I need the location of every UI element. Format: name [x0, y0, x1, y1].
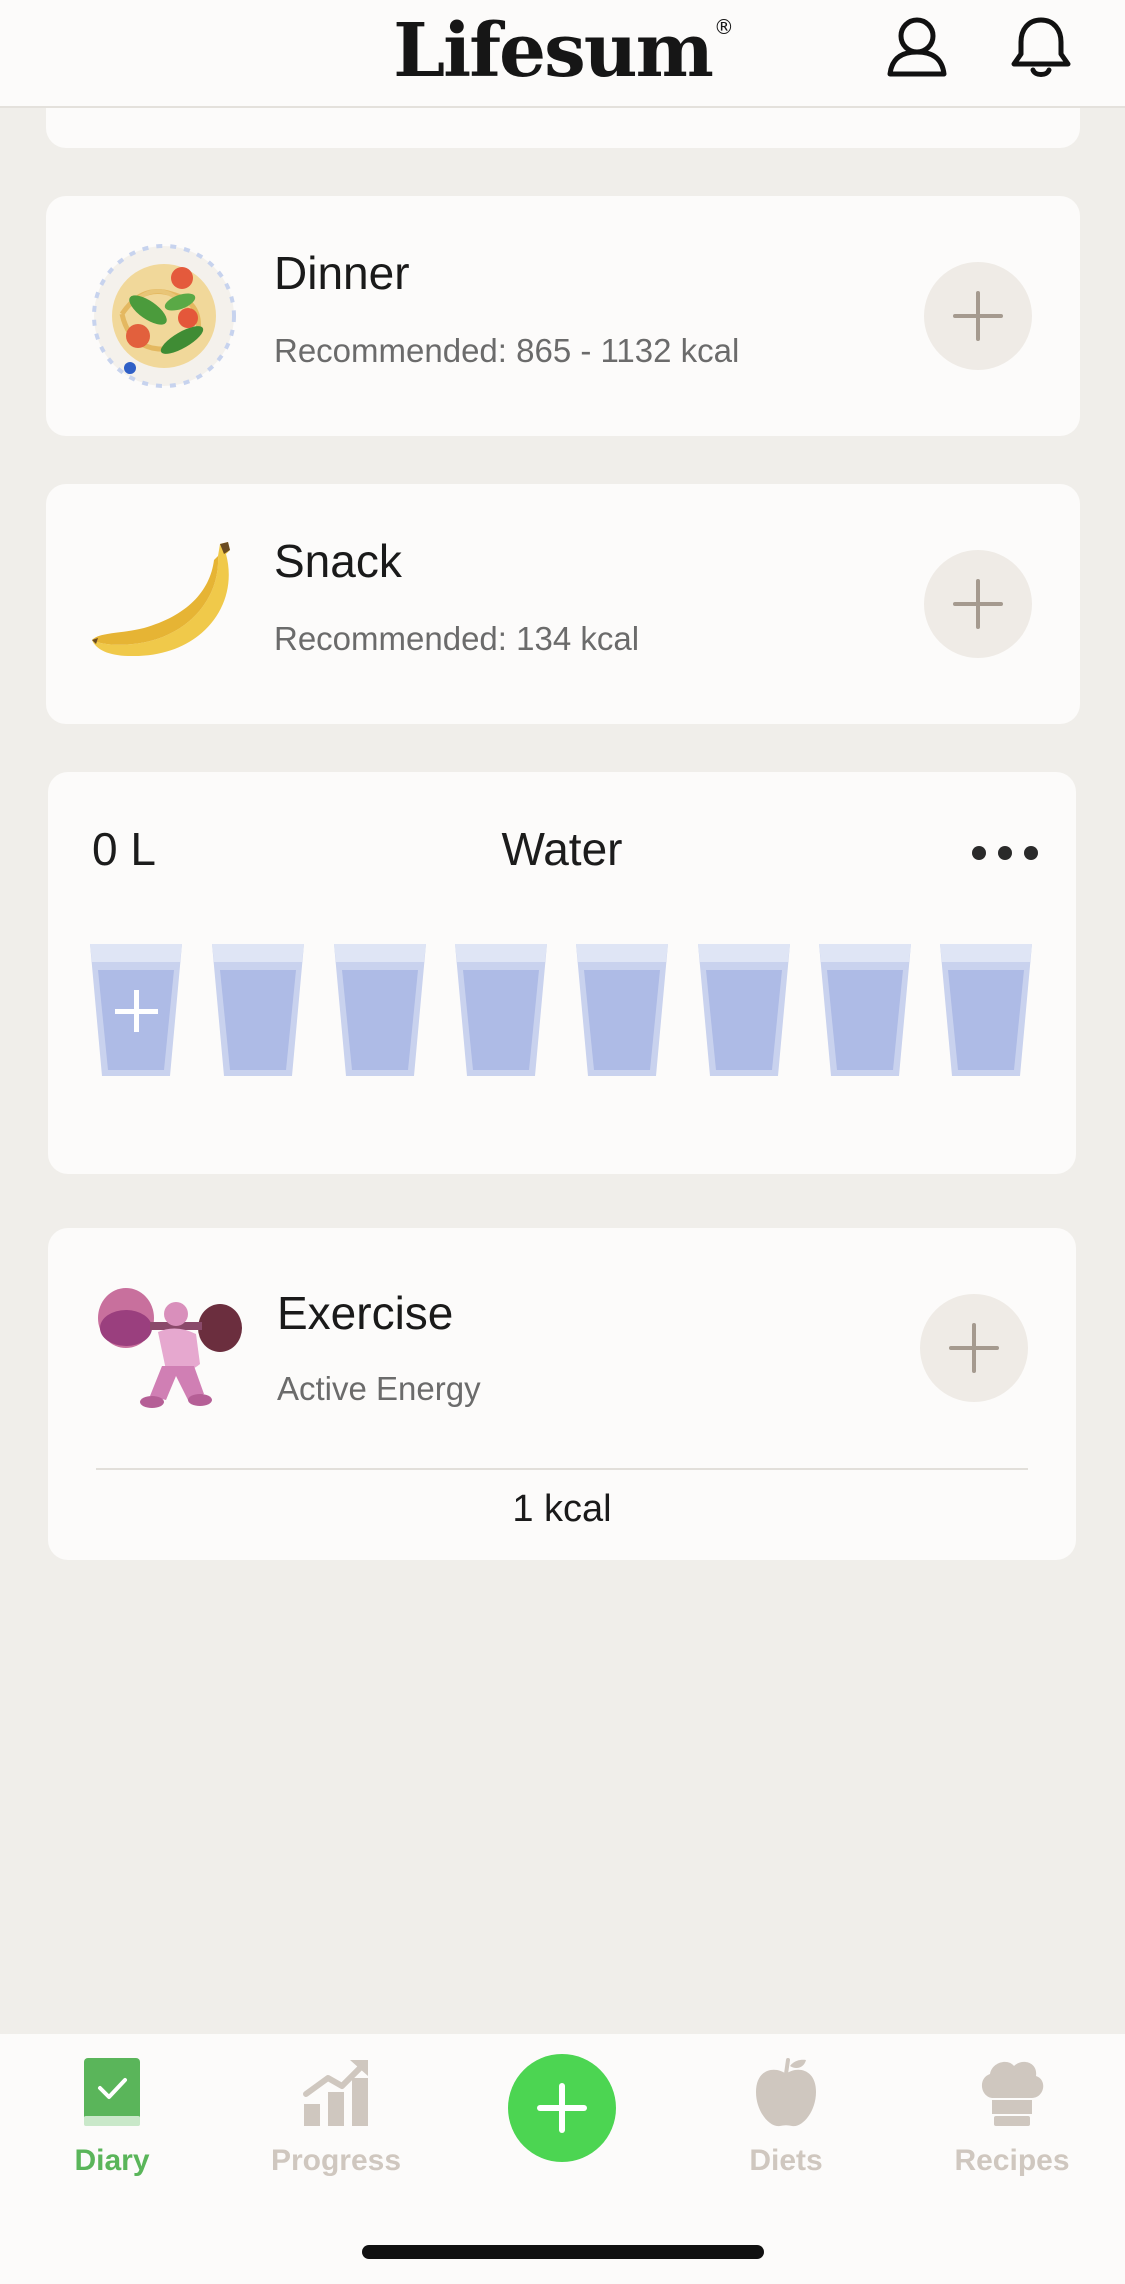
tab-diets[interactable]: Diets: [686, 2054, 886, 2178]
tab-progress[interactable]: Progress: [236, 2054, 436, 2178]
water-glass[interactable]: [940, 940, 1032, 1080]
plus-icon: [537, 2083, 587, 2133]
app-header: Lifesum ®: [0, 0, 1125, 108]
notification-bell-icon[interactable]: [1008, 14, 1074, 80]
weightlifter-icon: [98, 1288, 242, 1408]
plus-icon: [953, 579, 1003, 629]
diary-screen: Lifesum ® Dinner Recommended: 865 - 1132…: [0, 0, 1125, 2284]
add-food-button[interactable]: [924, 262, 1032, 370]
app-logo: Lifesum ®: [393, 8, 734, 94]
meal-title: Snack: [274, 535, 402, 587]
apple-icon: [756, 2058, 816, 2127]
pasta-plate-icon: [92, 244, 236, 388]
divider: [96, 1468, 1028, 1470]
meal-title: Dinner: [274, 247, 410, 299]
tab-label: Recipes: [954, 2144, 1070, 2177]
water-glass[interactable]: [698, 940, 790, 1080]
chef-hat-icon: [981, 2061, 1044, 2126]
tab-label: Diets: [749, 2144, 823, 2177]
water-glass[interactable]: [819, 940, 911, 1080]
meal-recommended-kcal: Recommended: 134 kcal: [274, 620, 640, 657]
plus-icon: [953, 291, 1003, 341]
add-exercise-button[interactable]: [920, 1294, 1028, 1402]
tab-recipes[interactable]: Recipes: [912, 2054, 1112, 2178]
water-glass-add[interactable]: [90, 940, 182, 1080]
tab-label: Diary: [74, 2144, 150, 2177]
water-title: Water: [501, 823, 623, 875]
exercise-subtitle: Active Energy: [277, 1370, 481, 1407]
exercise-title: Exercise: [277, 1287, 454, 1339]
profile-icon[interactable]: [884, 14, 950, 80]
water-glasses: [90, 940, 1040, 1080]
water-glass[interactable]: [576, 940, 668, 1080]
home-indicator[interactable]: [362, 2245, 764, 2259]
meal-card-snack[interactable]: Snack Recommended: 134 kcal: [46, 484, 1080, 724]
banana-icon: [92, 542, 230, 657]
plus-icon: [949, 1323, 999, 1373]
water-tracker-card: 0 L Water: [48, 772, 1076, 1174]
progress-chart-icon: [303, 2060, 368, 2126]
more-options-icon[interactable]: [972, 846, 1038, 860]
tab-label: Progress: [270, 2144, 402, 2177]
exercise-kcal: 1 kcal: [512, 1488, 612, 1530]
meal-card-dinner[interactable]: Dinner Recommended: 865 - 1132 kcal: [46, 196, 1080, 436]
tab-diary[interactable]: Diary: [12, 2054, 212, 2178]
quick-add-button[interactable]: [508, 2054, 616, 2162]
diary-book-icon: [84, 2058, 140, 2126]
add-food-button[interactable]: [924, 550, 1032, 658]
meal-recommended-kcal: Recommended: 865 - 1132 kcal: [274, 332, 740, 369]
exercise-card[interactable]: Exercise Active Energy 1 kcal: [48, 1228, 1076, 1560]
water-glass[interactable]: [455, 940, 547, 1080]
water-glass[interactable]: [334, 940, 426, 1080]
water-glass[interactable]: [212, 940, 304, 1080]
